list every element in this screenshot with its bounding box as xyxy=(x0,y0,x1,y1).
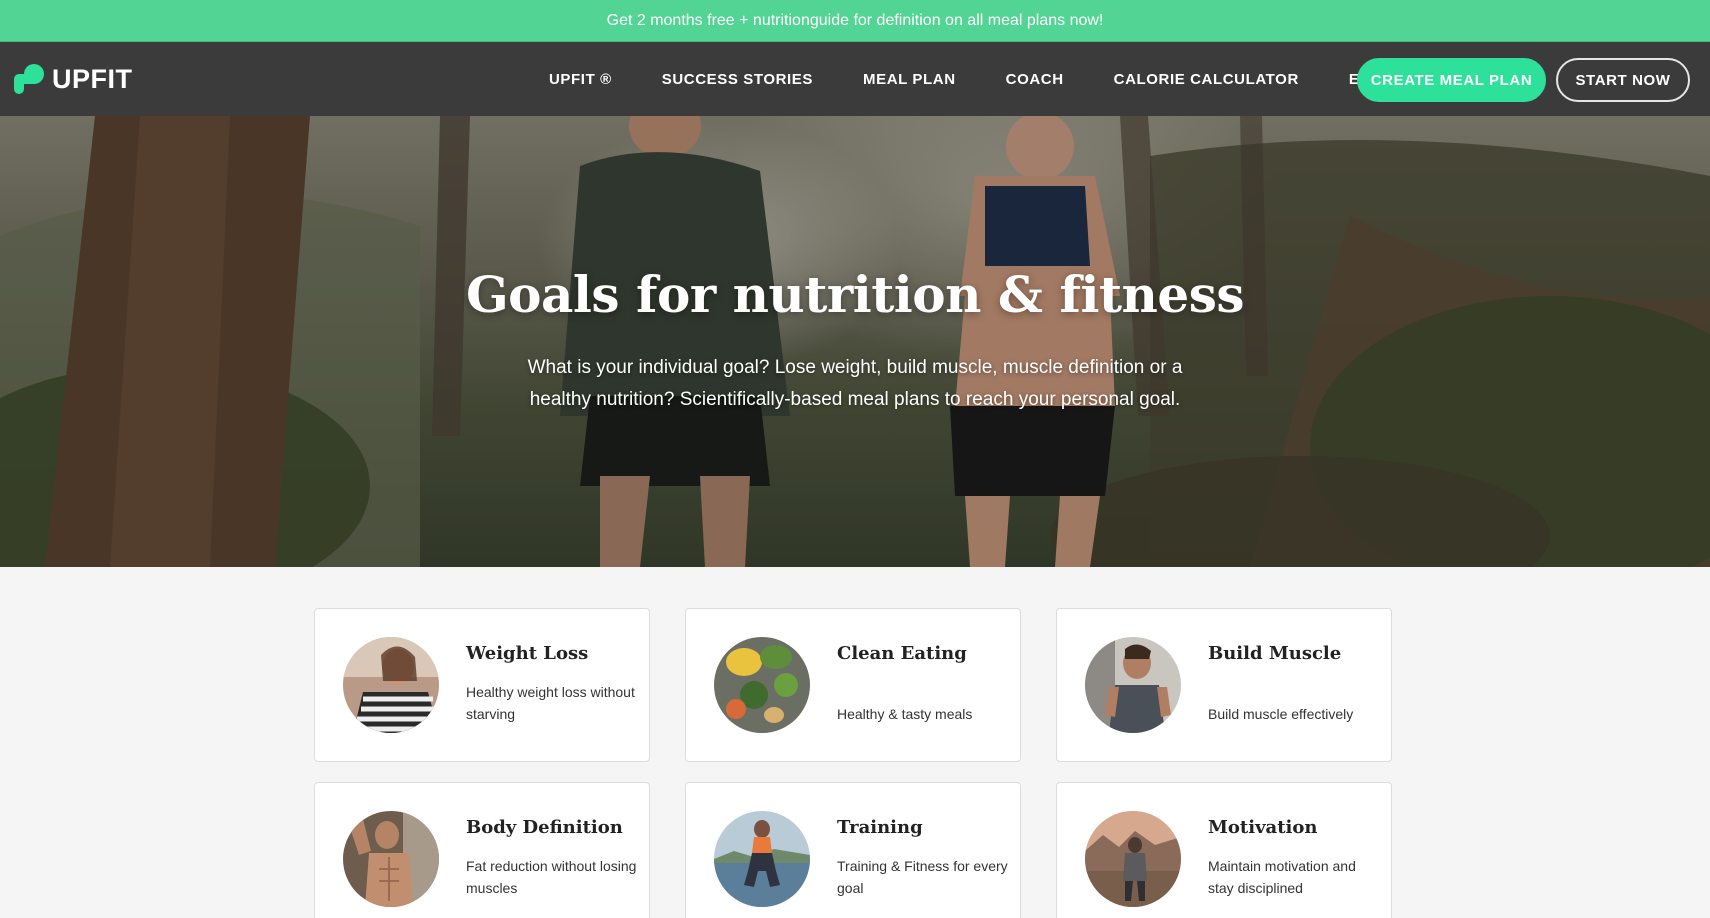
goal-title: Body Definition xyxy=(466,817,623,838)
goal-title: Build Muscle xyxy=(1208,643,1342,664)
weight-loss-avatar xyxy=(343,637,439,733)
nav-item-coach[interactable]: COACH xyxy=(1006,71,1064,88)
brand-logo[interactable]: UPFIT xyxy=(14,64,133,95)
goal-card-build-muscle[interactable]: Build Muscle Build muscle effectively xyxy=(1056,608,1392,762)
goal-desc: Build muscle effectively xyxy=(1208,706,1354,722)
brand-name: UPFIT xyxy=(52,63,133,94)
goal-title: Training xyxy=(837,817,923,838)
nav-item-calorie-calculator[interactable]: CALORIE CALCULATOR xyxy=(1114,71,1299,88)
goal-desc: Maintain motivation and stay disciplined xyxy=(1208,858,1356,896)
goal-card-weight-loss[interactable]: Weight Loss Healthy weight loss without … xyxy=(314,608,650,762)
goal-desc: Healthy & tasty meals xyxy=(837,706,973,722)
build-muscle-avatar xyxy=(1085,637,1181,733)
goal-card-body-definition[interactable]: Body Definition Fat reduction without lo… xyxy=(314,782,650,918)
top-navbar: UPFIT UPFIT ® SUCCESS STORIES MEAL PLAN … xyxy=(0,42,1710,116)
upfit-logo-icon xyxy=(14,64,44,94)
goal-desc: Healthy weight loss without starving xyxy=(466,684,635,722)
goal-desc: Training & Fitness for every goal xyxy=(837,858,1008,896)
motivation-avatar xyxy=(1085,811,1181,907)
create-meal-plan-button[interactable]: CREATE MEAL PLAN xyxy=(1357,58,1546,102)
goal-title: Motivation xyxy=(1208,817,1318,838)
goal-cards: Weight Loss Healthy weight loss without … xyxy=(314,608,1392,918)
clean-eating-avatar xyxy=(714,637,810,733)
promo-text[interactable]: Get 2 months free + nutritionguide for d… xyxy=(607,12,1104,30)
start-now-button[interactable]: START NOW xyxy=(1556,58,1690,102)
body-definition-avatar xyxy=(343,811,439,907)
goal-card-training[interactable]: Training Training & Fitness for every go… xyxy=(685,782,1021,918)
training-avatar xyxy=(714,811,810,907)
nav-item-upfit[interactable]: UPFIT ® xyxy=(549,71,612,88)
nav-item-success-stories[interactable]: SUCCESS STORIES xyxy=(662,71,813,88)
goal-title: Clean Eating xyxy=(837,643,967,664)
hero-subtitle: What is your individual goal? Lose weigh… xyxy=(527,357,1183,410)
goal-card-motivation[interactable]: Motivation Maintain motivation and stay … xyxy=(1056,782,1392,918)
nav-item-meal-plan[interactable]: MEAL PLAN xyxy=(863,71,956,88)
main-nav: UPFIT ® SUCCESS STORIES MEAL PLAN COACH … xyxy=(549,42,1393,116)
page-title: Goals for nutrition & fitness xyxy=(465,265,1245,324)
hero-section: Goals for nutrition & fitness What is yo… xyxy=(0,116,1710,567)
goal-card-clean-eating[interactable]: Clean Eating Healthy & tasty meals xyxy=(685,608,1021,762)
goal-desc: Fat reduction without losing muscles xyxy=(466,858,637,896)
promo-banner[interactable]: Get 2 months free + nutritionguide for d… xyxy=(0,0,1710,42)
goal-title: Weight Loss xyxy=(466,643,589,664)
